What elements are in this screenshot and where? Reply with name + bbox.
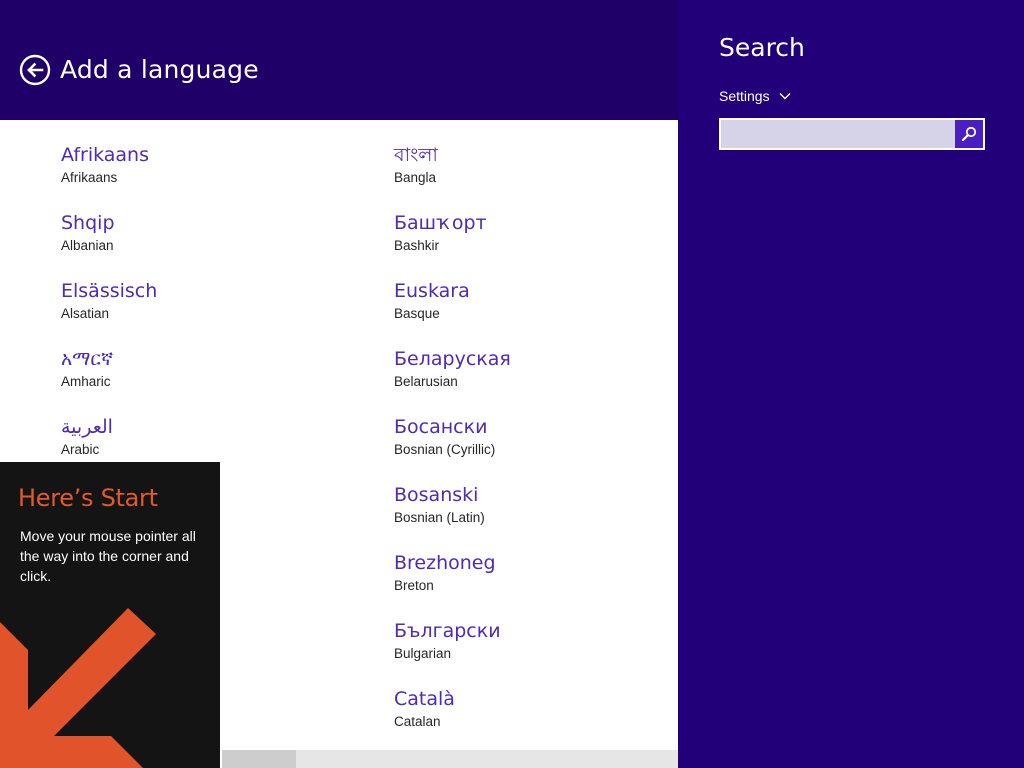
language-item[interactable]: Bosanski Bosnian (Latin) <box>394 482 511 550</box>
language-english-name: Catalan <box>394 714 441 729</box>
language-item[interactable]: Català Catalan <box>394 686 511 754</box>
language-native-name: አማርኛ <box>61 348 114 370</box>
language-item[interactable]: አማርኛ Amharic <box>61 346 157 414</box>
search-box <box>719 118 985 150</box>
chevron-down-icon <box>779 93 791 100</box>
search-scope-label: Settings <box>719 88 770 104</box>
language-native-name: العربية <box>61 416 113 438</box>
language-english-name: Bangla <box>394 170 437 185</box>
language-english-name: Belarusian <box>394 374 458 389</box>
language-english-name: Arabic <box>61 442 100 457</box>
language-item[interactable]: বাংলা Bangla <box>394 142 511 210</box>
language-native-name: Elsässisch <box>61 280 158 302</box>
language-native-name: Bosanski <box>394 484 479 506</box>
language-native-name: Беларуская <box>394 348 511 370</box>
search-icon <box>961 126 977 142</box>
scrollbar-thumb[interactable] <box>222 750 296 768</box>
language-native-name: Башҡорт <box>394 212 487 234</box>
language-native-name: Босански <box>394 416 488 438</box>
language-english-name: Albanian <box>61 238 114 253</box>
start-tip-panel: Here’s Start Move your mouse pointer all… <box>0 462 220 768</box>
back-arrow-icon <box>19 54 51 86</box>
language-native-name: Català <box>394 688 455 710</box>
language-item[interactable]: Босански Bosnian (Cyrillic) <box>394 414 511 482</box>
diagonal-arrow-icon <box>0 608 156 768</box>
app-header: Add a language <box>0 0 678 120</box>
search-input[interactable] <box>721 120 955 148</box>
language-item[interactable]: Беларуская Belarusian <box>394 346 511 414</box>
language-english-name: Afrikaans <box>61 170 118 185</box>
search-charm: Search Settings <box>678 0 1024 768</box>
language-english-name: Breton <box>394 578 434 593</box>
language-item[interactable]: Euskara Basque <box>394 278 511 346</box>
search-button[interactable] <box>955 120 983 148</box>
language-english-name: Bosnian (Latin) <box>394 510 485 525</box>
language-english-name: Basque <box>394 306 440 321</box>
tip-title: Here’s Start <box>18 484 158 512</box>
language-item[interactable]: Afrikaans Afrikaans <box>61 142 157 210</box>
language-native-name: Afrikaans <box>61 144 149 166</box>
search-pane-title: Search <box>719 33 805 62</box>
language-english-name: Bosnian (Cyrillic) <box>394 442 496 457</box>
language-english-name: Alsatian <box>61 306 110 321</box>
language-english-name: Bashkir <box>394 238 440 253</box>
search-scope-dropdown[interactable]: Settings <box>719 86 791 106</box>
language-native-name: Български <box>394 620 501 642</box>
back-button[interactable] <box>19 54 51 86</box>
language-native-name: Euskara <box>394 280 470 302</box>
language-native-name: Brezhoneg <box>394 552 496 574</box>
language-english-name: Bulgarian <box>394 646 452 661</box>
horizontal-scrollbar[interactable] <box>222 750 678 768</box>
language-item[interactable]: Elsässisch Alsatian <box>61 278 157 346</box>
language-item[interactable]: Башҡорт Bashkir <box>394 210 511 278</box>
language-item[interactable]: Shqip Albanian <box>61 210 157 278</box>
language-item[interactable]: Brezhoneg Breton <box>394 550 511 618</box>
language-column-1: Afrikaans Afrikaans Shqip Albanian Elsäs… <box>61 142 157 482</box>
language-native-name: বাংলা <box>394 144 438 166</box>
language-column-2: বাংলা Bangla Башҡорт Bashkir Euskara Bas… <box>394 142 511 754</box>
tip-text: Move your mouse pointer all the way into… <box>20 528 196 584</box>
language-english-name: Amharic <box>61 374 111 389</box>
language-item[interactable]: Български Bulgarian <box>394 618 511 686</box>
page-title: Add a language <box>60 55 259 84</box>
language-native-name: Shqip <box>61 212 115 234</box>
